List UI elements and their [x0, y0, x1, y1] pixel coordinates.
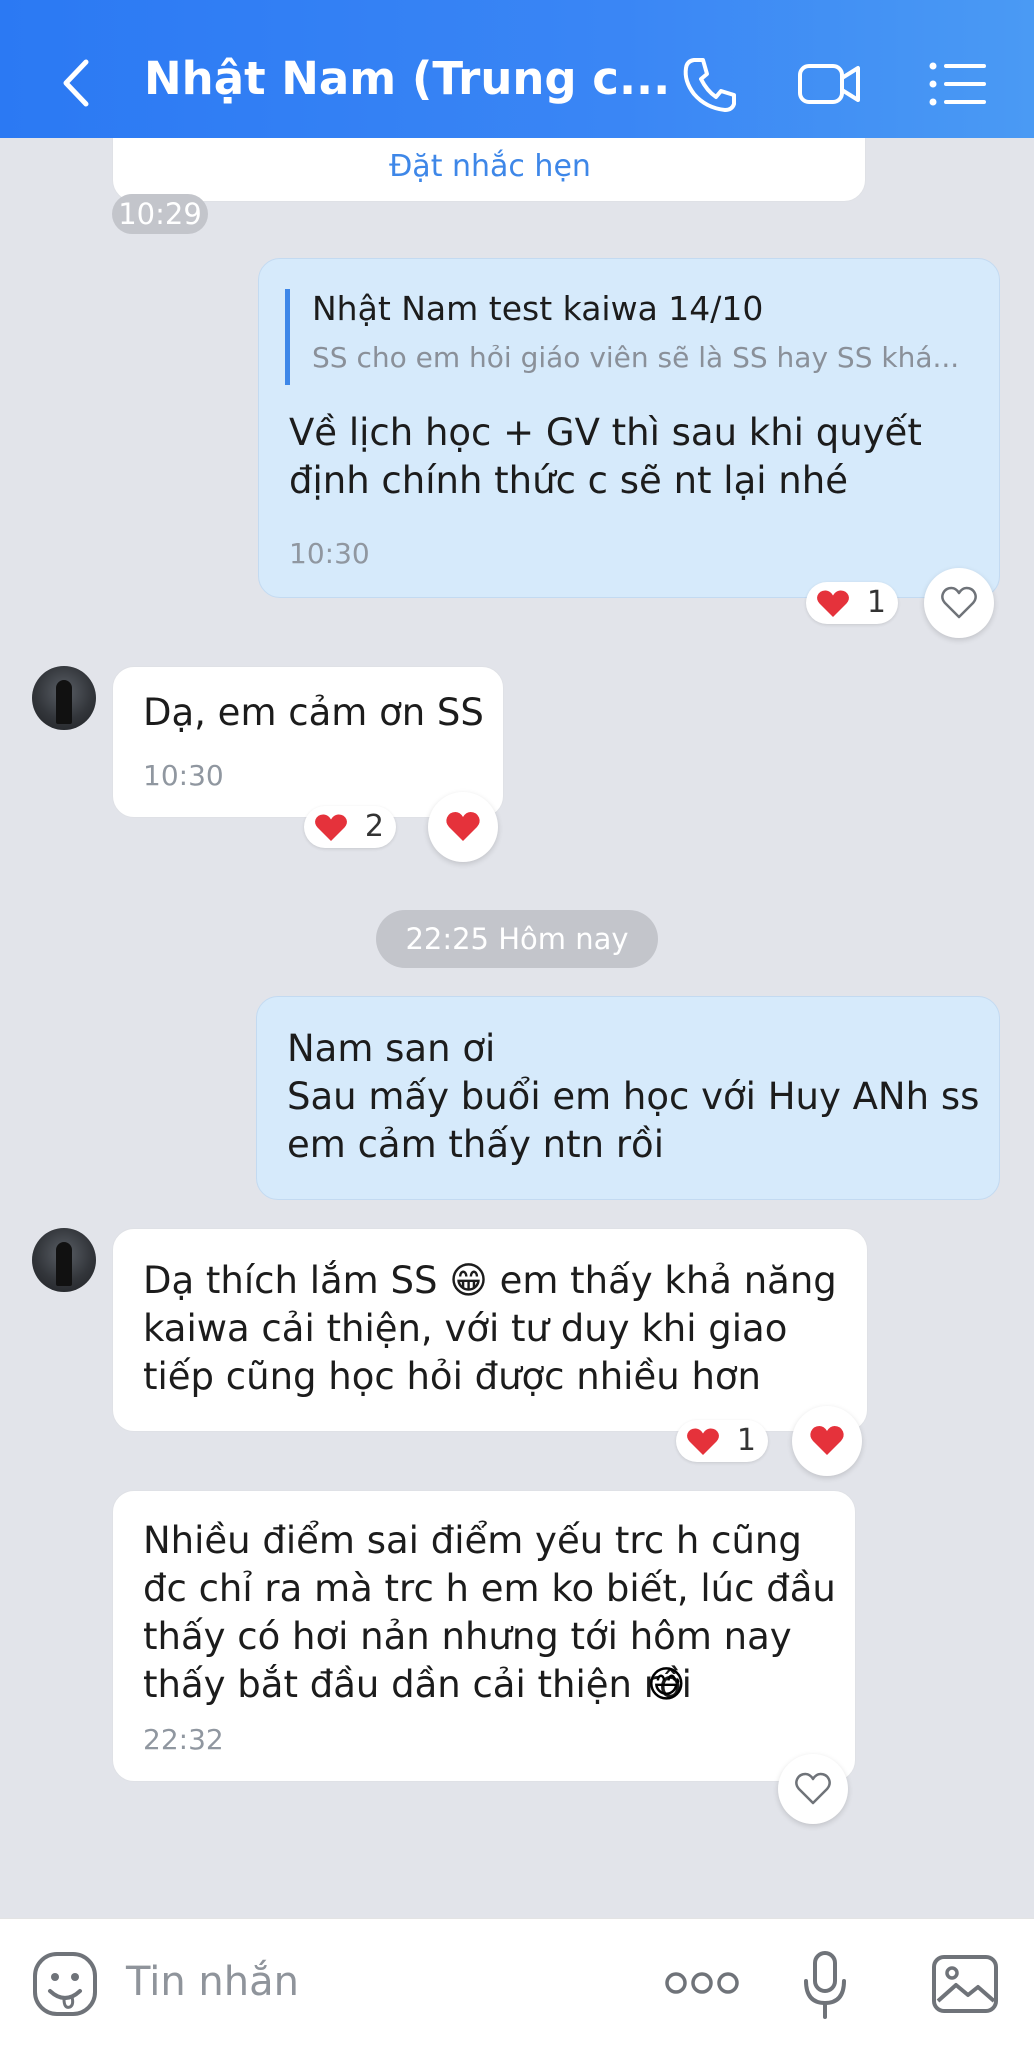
time-divider: 22:25 Hôm nay — [376, 910, 658, 968]
heart-icon — [817, 590, 849, 617]
sent-message-bubble[interactable]: Nhật Nam test kaiwa 14/10 SS cho em hỏi … — [258, 258, 1000, 598]
reaction-count: 2 — [364, 809, 384, 844]
reaction-summary[interactable]: 1 — [806, 582, 898, 624]
message-text: Dạ thích lắm SS — [143, 1259, 438, 1302]
heart-filled-icon — [446, 812, 480, 841]
set-reminder-link[interactable]: Đặt nhắc hẹn — [113, 149, 867, 184]
message-text: Nam san ơi Sau mấy buổi em học với Huy A… — [287, 1027, 980, 1166]
avatar[interactable] — [32, 666, 96, 730]
react-button[interactable] — [778, 1754, 848, 1824]
message-time: 22:32 — [143, 1723, 224, 1756]
quote-text: SS cho em hỏi giáo viên sẽ là SS hay SS … — [312, 341, 960, 374]
back-icon[interactable] — [52, 48, 102, 118]
message-text: Nhiều điểm sai điểm yếu trc h cũng đc ch… — [143, 1519, 836, 1706]
received-message-bubble[interactable]: Nhiều điểm sai điểm yếu trc h cũng đc ch… — [112, 1490, 856, 1782]
message-text: Về lịch học + GV thì sau khi quyết định … — [289, 411, 922, 502]
chat-area[interactable]: Đặt nhắc hẹn 10:29 Nhật Nam test kaiwa 1… — [0, 138, 1034, 1918]
heart-filled-icon — [810, 1426, 844, 1455]
video-call-icon[interactable] — [796, 50, 864, 118]
chat-title[interactable]: Nhật Nam (Trung c... — [144, 52, 670, 105]
message-text: Dạ, em cảm ơn SS — [143, 691, 484, 734]
time-divider: 10:29 — [112, 194, 208, 234]
message-input[interactable]: Tin nhắn — [126, 1959, 299, 2005]
react-button[interactable] — [428, 792, 498, 862]
more-icon[interactable] — [662, 1963, 742, 2003]
quoted-message[interactable]: Nhật Nam test kaiwa 14/10 SS cho em hỏi … — [285, 289, 970, 385]
heart-icon — [687, 1428, 719, 1455]
microphone-icon[interactable] — [800, 1949, 850, 2021]
heart-outline-icon — [941, 586, 977, 619]
quote-title: Nhật Nam test kaiwa 14/10 — [312, 289, 764, 328]
react-button[interactable] — [792, 1406, 862, 1476]
message-first-line: Dạ thích lắm SS 😁 em thấy khả năng — [143, 1257, 837, 1305]
grinning-emoji: 😁 — [449, 1259, 488, 1302]
reaction-summary[interactable]: 2 — [304, 806, 396, 848]
heart-outline-icon — [795, 1772, 831, 1805]
reminder-card: Đặt nhắc hẹn — [112, 138, 866, 202]
menu-icon[interactable] — [924, 50, 992, 118]
react-button[interactable] — [924, 568, 994, 638]
sticker-icon[interactable] — [30, 1949, 100, 2019]
reaction-count: 1 — [866, 585, 886, 620]
received-message-bubble[interactable]: Dạ, em cảm ơn SS 10:30 — [112, 666, 504, 818]
avatar[interactable] — [32, 1228, 96, 1292]
reaction-summary[interactable]: 1 — [676, 1420, 768, 1462]
chat-header: Nhật Nam (Trung c... — [0, 0, 1034, 138]
sweat-smile-emoji: 😅 — [647, 1663, 686, 1706]
message-composer: Tin nhắn — [0, 1918, 1034, 2049]
image-icon[interactable] — [930, 1949, 1000, 2019]
heart-icon — [315, 814, 347, 841]
message-text: em thấy khả năng — [499, 1259, 837, 1302]
sent-message-bubble[interactable]: Nam san ơi Sau mấy buổi em học với Huy A… — [256, 996, 1000, 1200]
message-time: 10:30 — [143, 759, 224, 792]
reaction-count: 1 — [736, 1423, 756, 1458]
message-text: kaiwa cải thiện, với tư duy khi giao tiế… — [143, 1307, 788, 1398]
received-message-bubble[interactable]: Dạ thích lắm SS 😁 em thấy khả năng kaiwa… — [112, 1228, 868, 1432]
phone-icon[interactable] — [676, 50, 744, 118]
message-time: 10:30 — [289, 537, 370, 570]
